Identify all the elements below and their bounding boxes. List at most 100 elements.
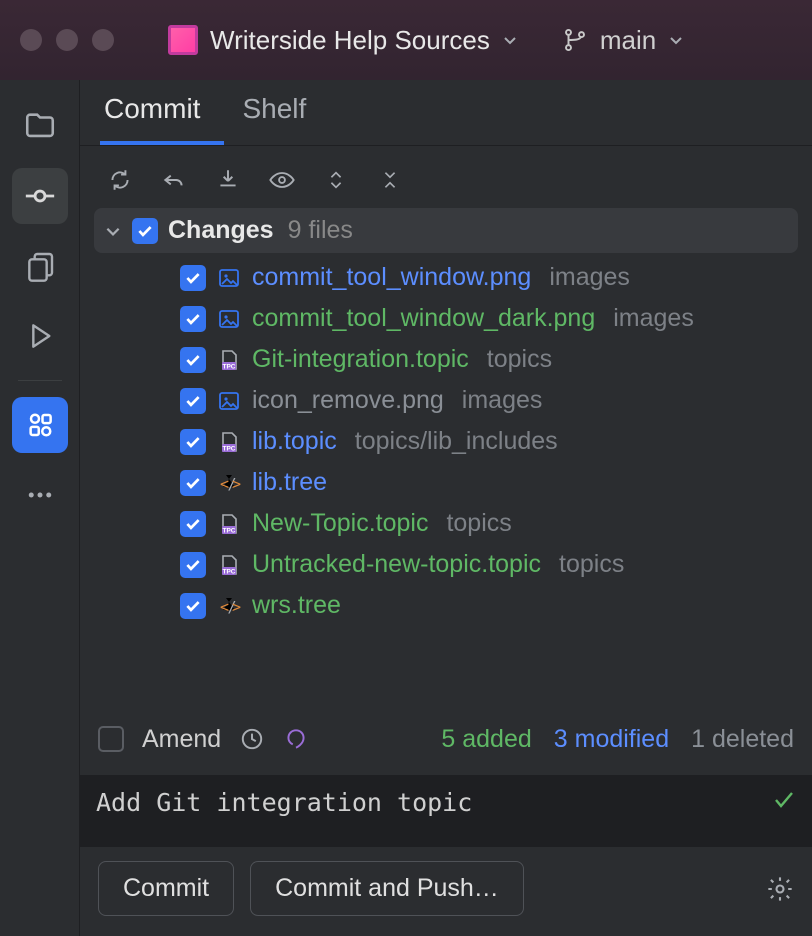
history-button[interactable]: [239, 717, 265, 761]
branch-switcher[interactable]: main: [562, 25, 684, 56]
diff-preview-button[interactable]: [260, 158, 304, 202]
build-tool-button[interactable]: [12, 308, 68, 364]
svg-text:TPC: TPC: [223, 527, 236, 534]
project-switcher[interactable]: Writerside Help Sources: [168, 25, 518, 56]
topic-icon: TPC: [216, 511, 242, 537]
structure-tool-button[interactable]: [12, 397, 68, 453]
shelve-button[interactable]: [206, 158, 250, 202]
file-checkbox[interactable]: [180, 265, 206, 291]
file-path: topics: [559, 550, 624, 579]
image-icon: [216, 388, 242, 414]
changes-label: Changes: [168, 216, 274, 245]
file-checkbox[interactable]: [180, 388, 206, 414]
expand-all-button[interactable]: [314, 158, 358, 202]
bookmarks-tool-button[interactable]: [12, 238, 68, 294]
commit-options-button[interactable]: [766, 875, 794, 903]
svg-text:>: >: [232, 598, 241, 616]
file-checkbox[interactable]: [180, 593, 206, 619]
topic-icon: TPC: [216, 347, 242, 373]
file-name: commit_tool_window.png: [252, 263, 531, 292]
commit-tool-button[interactable]: [12, 168, 68, 224]
stats-modified: 3 modified: [554, 725, 669, 754]
rollback-button[interactable]: [152, 158, 196, 202]
amend-checkbox[interactable]: [98, 726, 124, 752]
file-row[interactable]: </> wrs.tree: [94, 585, 798, 626]
commit-message-text: Add Git integration topic: [96, 788, 472, 817]
titlebar: Writerside Help Sources main: [0, 0, 812, 80]
file-row[interactable]: TPCUntracked-new-topic.topictopics: [94, 544, 798, 585]
changes-count: 9 files: [288, 216, 353, 245]
file-path: images: [613, 304, 694, 333]
chevron-down-icon: [668, 32, 684, 48]
window-controls: [20, 29, 114, 51]
changed-files-list: commit_tool_window.pngimagescommit_tool_…: [94, 257, 798, 626]
writerside-logo-icon: [168, 25, 198, 55]
file-path: images: [462, 386, 543, 415]
project-name: Writerside Help Sources: [210, 25, 490, 56]
file-row[interactable]: TPC New-Topic.topic topics: [94, 503, 798, 544]
commit-summary-bar: Amend 5 added 3 modified 1 deleted: [80, 703, 812, 775]
changes-root-node[interactable]: Changes 9 files: [94, 208, 798, 253]
commit-buttons-row: Commit Commit and Push…: [80, 847, 812, 936]
file-name: wrs.tree: [252, 591, 341, 620]
collapse-all-button[interactable]: [368, 158, 412, 202]
commit-toolbar: [80, 146, 812, 208]
branch-name: main: [600, 25, 656, 56]
file-path: topics: [446, 509, 511, 538]
close-window-button[interactable]: [20, 29, 42, 51]
svg-text:TPC: TPC: [223, 568, 236, 575]
commit-panel: Commit Shelf: [80, 80, 812, 936]
file-row[interactable]: commit_tool_window_dark.png images: [94, 298, 798, 339]
svg-text:TPC: TPC: [223, 445, 236, 452]
stats-deleted: 1 deleted: [691, 725, 794, 754]
zoom-window-button[interactable]: [92, 29, 114, 51]
image-icon: [216, 306, 242, 332]
topic-icon: TPC: [216, 429, 242, 455]
amend-label: Amend: [142, 725, 221, 754]
tree-icon: </>: [216, 593, 242, 619]
stats-added: 5 added: [441, 725, 531, 754]
topic-icon: TPC: [216, 552, 242, 578]
image-icon: [216, 265, 242, 291]
file-name: commit_tool_window_dark.png: [252, 304, 595, 333]
file-checkbox[interactable]: [180, 470, 206, 496]
svg-text:TPC: TPC: [223, 363, 236, 370]
file-checkbox[interactable]: [180, 511, 206, 537]
project-tool-button[interactable]: [12, 98, 68, 154]
file-row[interactable]: TPC lib.topic topics/lib_includes: [94, 421, 798, 462]
commit-button[interactable]: Commit: [98, 861, 234, 916]
branch-icon: [562, 27, 588, 53]
file-checkbox[interactable]: [180, 429, 206, 455]
tab-commit[interactable]: Commit: [100, 77, 204, 145]
divider: [18, 380, 62, 381]
file-checkbox[interactable]: [180, 552, 206, 578]
file-name: lib.topic: [252, 427, 337, 456]
file-name: Git-integration.topic: [252, 345, 469, 374]
more-tool-button[interactable]: [12, 467, 68, 523]
file-name: lib.tree: [252, 468, 327, 497]
file-path: topics: [487, 345, 552, 374]
ai-suggest-button[interactable]: [283, 717, 309, 761]
refresh-button[interactable]: [98, 158, 142, 202]
file-row[interactable]: </>lib.tree: [94, 462, 798, 503]
file-path: topics/lib_includes: [355, 427, 558, 456]
minimize-window-button[interactable]: [56, 29, 78, 51]
file-row[interactable]: commit_tool_window.png images: [94, 257, 798, 298]
file-name: New-Topic.topic: [252, 509, 428, 538]
file-row[interactable]: icon_remove.png images: [94, 380, 798, 421]
left-tool-strip: [0, 80, 80, 936]
file-checkbox[interactable]: [180, 347, 206, 373]
file-checkbox[interactable]: [180, 306, 206, 332]
commit-and-push-button[interactable]: Commit and Push…: [250, 861, 524, 916]
commit-message-valid-icon: [772, 788, 796, 812]
file-path: images: [549, 263, 630, 292]
select-all-checkbox[interactable]: [132, 218, 158, 244]
chevron-down-icon: [104, 222, 122, 240]
file-name: icon_remove.png: [252, 386, 444, 415]
svg-text:>: >: [232, 475, 241, 493]
file-row[interactable]: TPC Git-integration.topic topics: [94, 339, 798, 380]
chevron-down-icon: [502, 32, 518, 48]
tab-shelf[interactable]: Shelf: [238, 77, 310, 145]
commit-message-input[interactable]: Add Git integration topic: [80, 775, 812, 847]
panel-tabs: Commit Shelf: [80, 80, 812, 146]
